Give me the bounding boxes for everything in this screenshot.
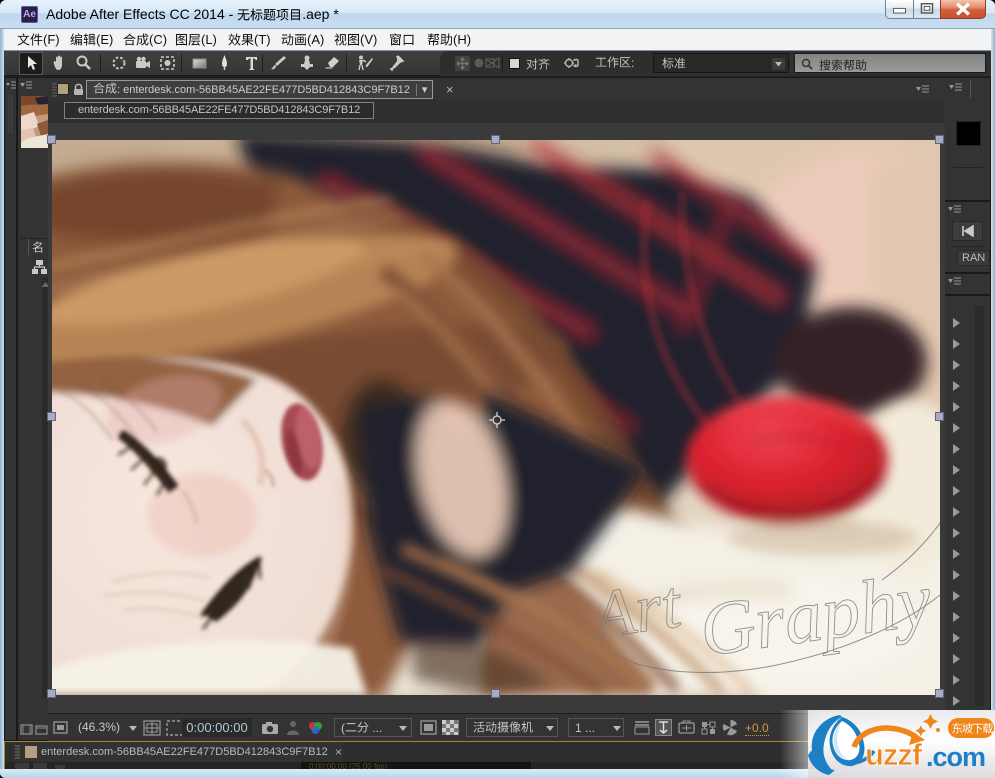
svg-text:Art: Art <box>585 565 688 653</box>
svg-text:.com: .com <box>926 742 985 772</box>
svg-text:uzzf: uzzf <box>865 737 923 772</box>
